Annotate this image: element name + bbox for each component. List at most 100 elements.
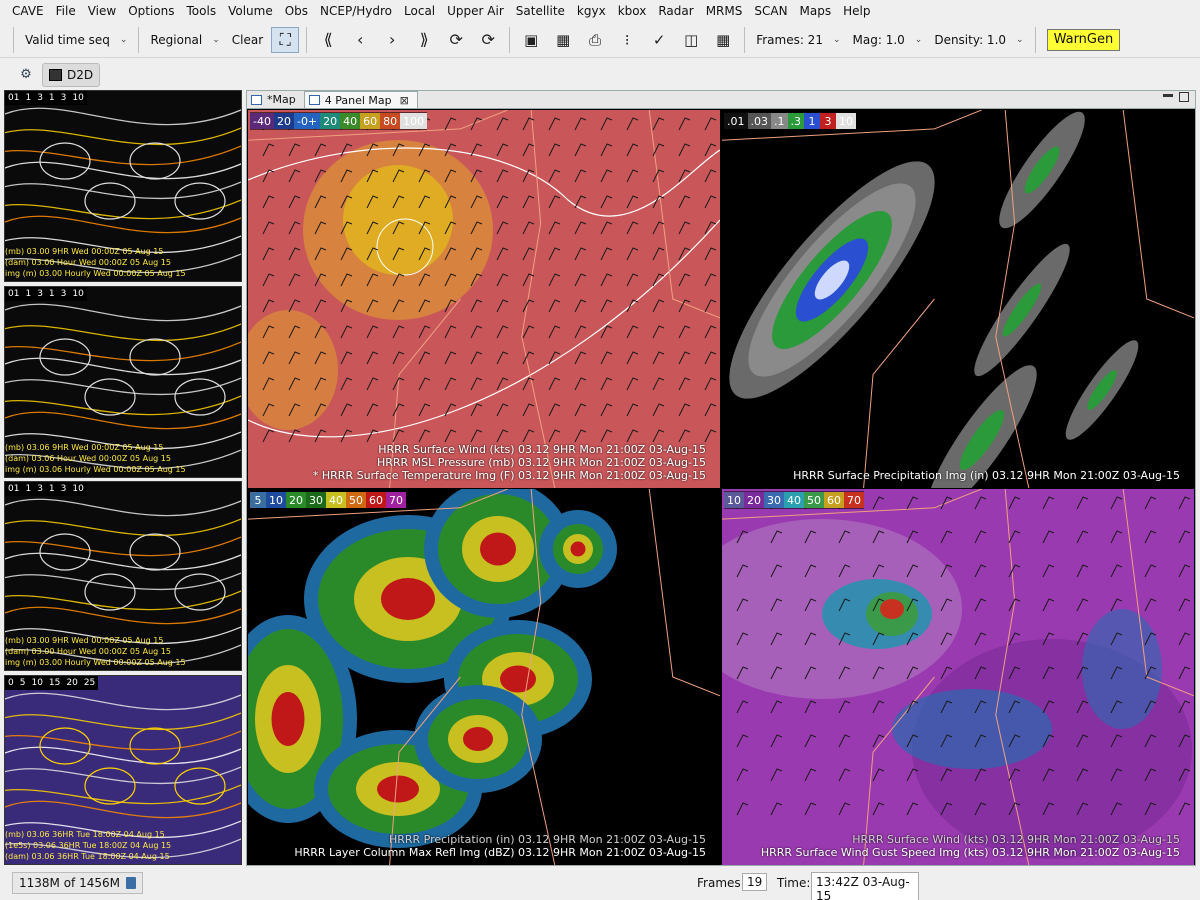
menu-file[interactable]: File: [50, 0, 82, 22]
menu-volume[interactable]: Volume: [222, 0, 279, 22]
legend-entry[interactable]: HRRR Surface Precipitation Img (in) 03.1…: [793, 469, 1180, 482]
legend-entry[interactable]: HRRR Precipitation (in) 03.12 9HR Mon 21…: [294, 833, 706, 846]
thumbnail-colorbar: 0 5 10 15 20 25: [5, 676, 99, 690]
colorbar-swatch: 80: [380, 113, 401, 129]
frames-dropdown[interactable]: Frames: 21 ⌄: [750, 27, 846, 53]
legend-entry[interactable]: HRRR Surface Wind (kts) 03.12 9HR Mon 21…: [761, 833, 1180, 846]
colorbar-tick: 01: [8, 484, 20, 494]
single-panel-icon[interactable]: ◫: [675, 27, 707, 53]
menu-local[interactable]: Local: [398, 0, 441, 22]
colorbar-tick: 1: [25, 93, 32, 103]
image-properties-icon[interactable]: ▦: [547, 27, 579, 53]
legend-entry[interactable]: * HRRR Surface Temperature Img (F) 03.12…: [313, 469, 706, 482]
fullscreen-icon[interactable]: ⛶: [271, 26, 300, 53]
colorbar-swatch: 30: [764, 492, 784, 508]
minimize-icon[interactable]: [1163, 94, 1173, 97]
legend-entry[interactable]: HRRR Surface Wind Gust Speed Img (kts) 0…: [761, 846, 1180, 859]
layers-icon[interactable]: ▣: [515, 27, 547, 53]
colorbar-tick: 10: [72, 289, 84, 299]
colorbar-swatch: -0+: [293, 113, 321, 129]
menu-radar[interactable]: Radar: [652, 0, 699, 22]
menu-kbox[interactable]: kbox: [612, 0, 653, 22]
colorbar-tick: 3: [60, 289, 67, 299]
colorbar-tick: 1: [48, 484, 55, 494]
thumbnail-legend: img (m) 03.00 Hourly Wed 00:00Z 05 Aug 1…: [5, 658, 186, 667]
previous-frame-icon[interactable]: ‹: [344, 27, 376, 53]
menu-ncep-hydro[interactable]: NCEP/Hydro: [314, 0, 398, 22]
colorbar-tick: 10: [31, 678, 43, 688]
panel-precipitation[interactable]: .01.03.1.3 1 3 10 HRRR Surface Precipitation…: [722, 110, 1194, 488]
thumbnail-pane[interactable]: 01 1 3 1 3 10 (mb) 03.06 9HR Wed 00:00Z 05 Aug…: [4, 286, 242, 478]
colorbar-tick: 3: [37, 289, 43, 299]
first-frame-icon[interactable]: ⟪: [312, 27, 344, 53]
four-panel-icon[interactable]: ▦: [707, 27, 739, 53]
map-imagery: [722, 489, 1194, 865]
legend-entry[interactable]: HRRR MSL Pressure (mb) 03.12 9HR Mon 21:…: [313, 456, 706, 469]
colorbar-swatch: 10: [724, 492, 744, 508]
thumbnail-legend: img (m) 03.00 Hourly Wed 00:00Z 05 Aug 1…: [5, 269, 186, 278]
baselines-icon[interactable]: ✓: [643, 27, 675, 53]
colorbar[interactable]: -40 20 -0+ 20 40 60 80 100: [250, 112, 428, 130]
tab-4-panel-map[interactable]: 4 Panel Map ⊠: [303, 91, 418, 108]
loop-icon[interactable]: ⟳: [440, 27, 472, 53]
legend-entry[interactable]: HRRR Layer Column Max Refl Img (dBZ) 03.…: [294, 846, 706, 859]
chevron-down-icon: ⌄: [914, 34, 923, 45]
panel-wind-gust[interactable]: 10 20 30 40 50 60 70 HRRR Surface Wind (kts) 03…: [722, 489, 1194, 865]
menu-satellite[interactable]: Satellite: [510, 0, 571, 22]
chevron-down-icon: ⌄: [212, 34, 220, 45]
colorbar[interactable]: 5 10 20 30 40 50 60 70: [250, 491, 406, 509]
thumbnail-pane[interactable]: 01 1 3 1 3 10 (mb) 03.00 9HR Wed 00:00Z 05 Aug…: [4, 90, 242, 282]
maximize-icon[interactable]: [1179, 92, 1189, 102]
d2d-perspective-button[interactable]: D2D: [42, 62, 101, 87]
menu-options[interactable]: Options: [122, 0, 180, 22]
menu-tools[interactable]: Tools: [181, 0, 223, 22]
colorbar[interactable]: .01.03.1.3 1 3 10: [724, 112, 856, 130]
colorbar-swatch: 100: [400, 113, 428, 129]
colorbar[interactable]: 10 20 30 40 50 60 70: [724, 491, 864, 509]
mag-dropdown[interactable]: Mag: 1.0 ⌄: [847, 27, 929, 53]
menu-obs[interactable]: Obs: [279, 0, 314, 22]
menu-mrms[interactable]: MRMS: [700, 0, 749, 22]
next-frame-icon[interactable]: ›: [376, 27, 408, 53]
colorbar-swatch: 50: [346, 492, 366, 508]
menu-bar: CAVE File View Options Tools Volume Obs NCEP/Hy…: [0, 0, 1200, 22]
thumbnail-pane[interactable]: 0 5 10 15 20 25 (mb) 03.06 36HR Tue 18:00Z 04 …: [4, 675, 242, 865]
menu-cave[interactable]: CAVE: [6, 0, 50, 22]
toolbar-separator: [509, 26, 511, 53]
print-icon[interactable]: ⎙: [579, 27, 611, 53]
close-icon[interactable]: ⊠: [400, 94, 409, 107]
colorbar-swatch: 30: [306, 492, 326, 508]
panel-reflectivity[interactable]: 5 10 20 30 40 50 60 70 HRRR Precipitation (in) 0…: [248, 489, 720, 865]
thumbnail-legend: (dam) 03.06 Hour Wed 00:00Z 05 Aug 15: [5, 454, 171, 463]
open-perspective-icon[interactable]: ⚙: [14, 64, 38, 86]
menu-scan[interactable]: SCAN: [748, 0, 793, 22]
frames-status-label: Frames:: [697, 876, 745, 890]
last-frame-icon[interactable]: ⟫: [408, 27, 440, 53]
menu-upper-air[interactable]: Upper Air: [441, 0, 510, 22]
clear-button[interactable]: Clear: [226, 27, 269, 53]
density-dropdown[interactable]: Density: 1.0 ⌄: [928, 27, 1029, 53]
legend-entry[interactable]: HRRR Surface Wind (kts) 03.12 9HR Mon 21…: [313, 443, 706, 456]
warngen-button[interactable]: WarnGen: [1046, 28, 1121, 51]
chevron-down-icon: ⌄: [832, 34, 841, 45]
colorbar-tick: 1: [25, 289, 32, 299]
thumbnail-pane[interactable]: 01 1 3 1 3 10 (mb) 03.00 9HR Wed 00:00Z 05 Aug…: [4, 481, 242, 671]
colorbar-tick: 0: [8, 678, 14, 688]
colorbar-swatch: 60: [360, 113, 381, 129]
menu-help[interactable]: Help: [837, 0, 876, 22]
scale-label: Regional: [150, 32, 203, 47]
menu-view[interactable]: View: [82, 0, 122, 22]
panel-temperature[interactable]: -40 20 -0+ 20 40 60 80 100 HRRR Surface Wind (kt…: [248, 110, 720, 488]
menu-maps[interactable]: Maps: [794, 0, 838, 22]
points-icon[interactable]: ⁝: [611, 27, 643, 53]
menu-kgyx[interactable]: kgyx: [571, 0, 612, 22]
tab-map[interactable]: *Map: [247, 91, 304, 108]
refresh-icon[interactable]: ⟳: [472, 27, 504, 53]
colorbar-swatch: 40: [784, 492, 804, 508]
time-mode-dropdown[interactable]: Valid time seq ⌄: [19, 27, 133, 53]
colorbar-tick: 10: [72, 484, 84, 494]
scale-dropdown[interactable]: Regional ⌄: [144, 27, 225, 53]
toolbar-separator: [13, 26, 14, 53]
garbage-collect-icon[interactable]: [125, 877, 136, 889]
toolbar-separator: [306, 26, 308, 53]
